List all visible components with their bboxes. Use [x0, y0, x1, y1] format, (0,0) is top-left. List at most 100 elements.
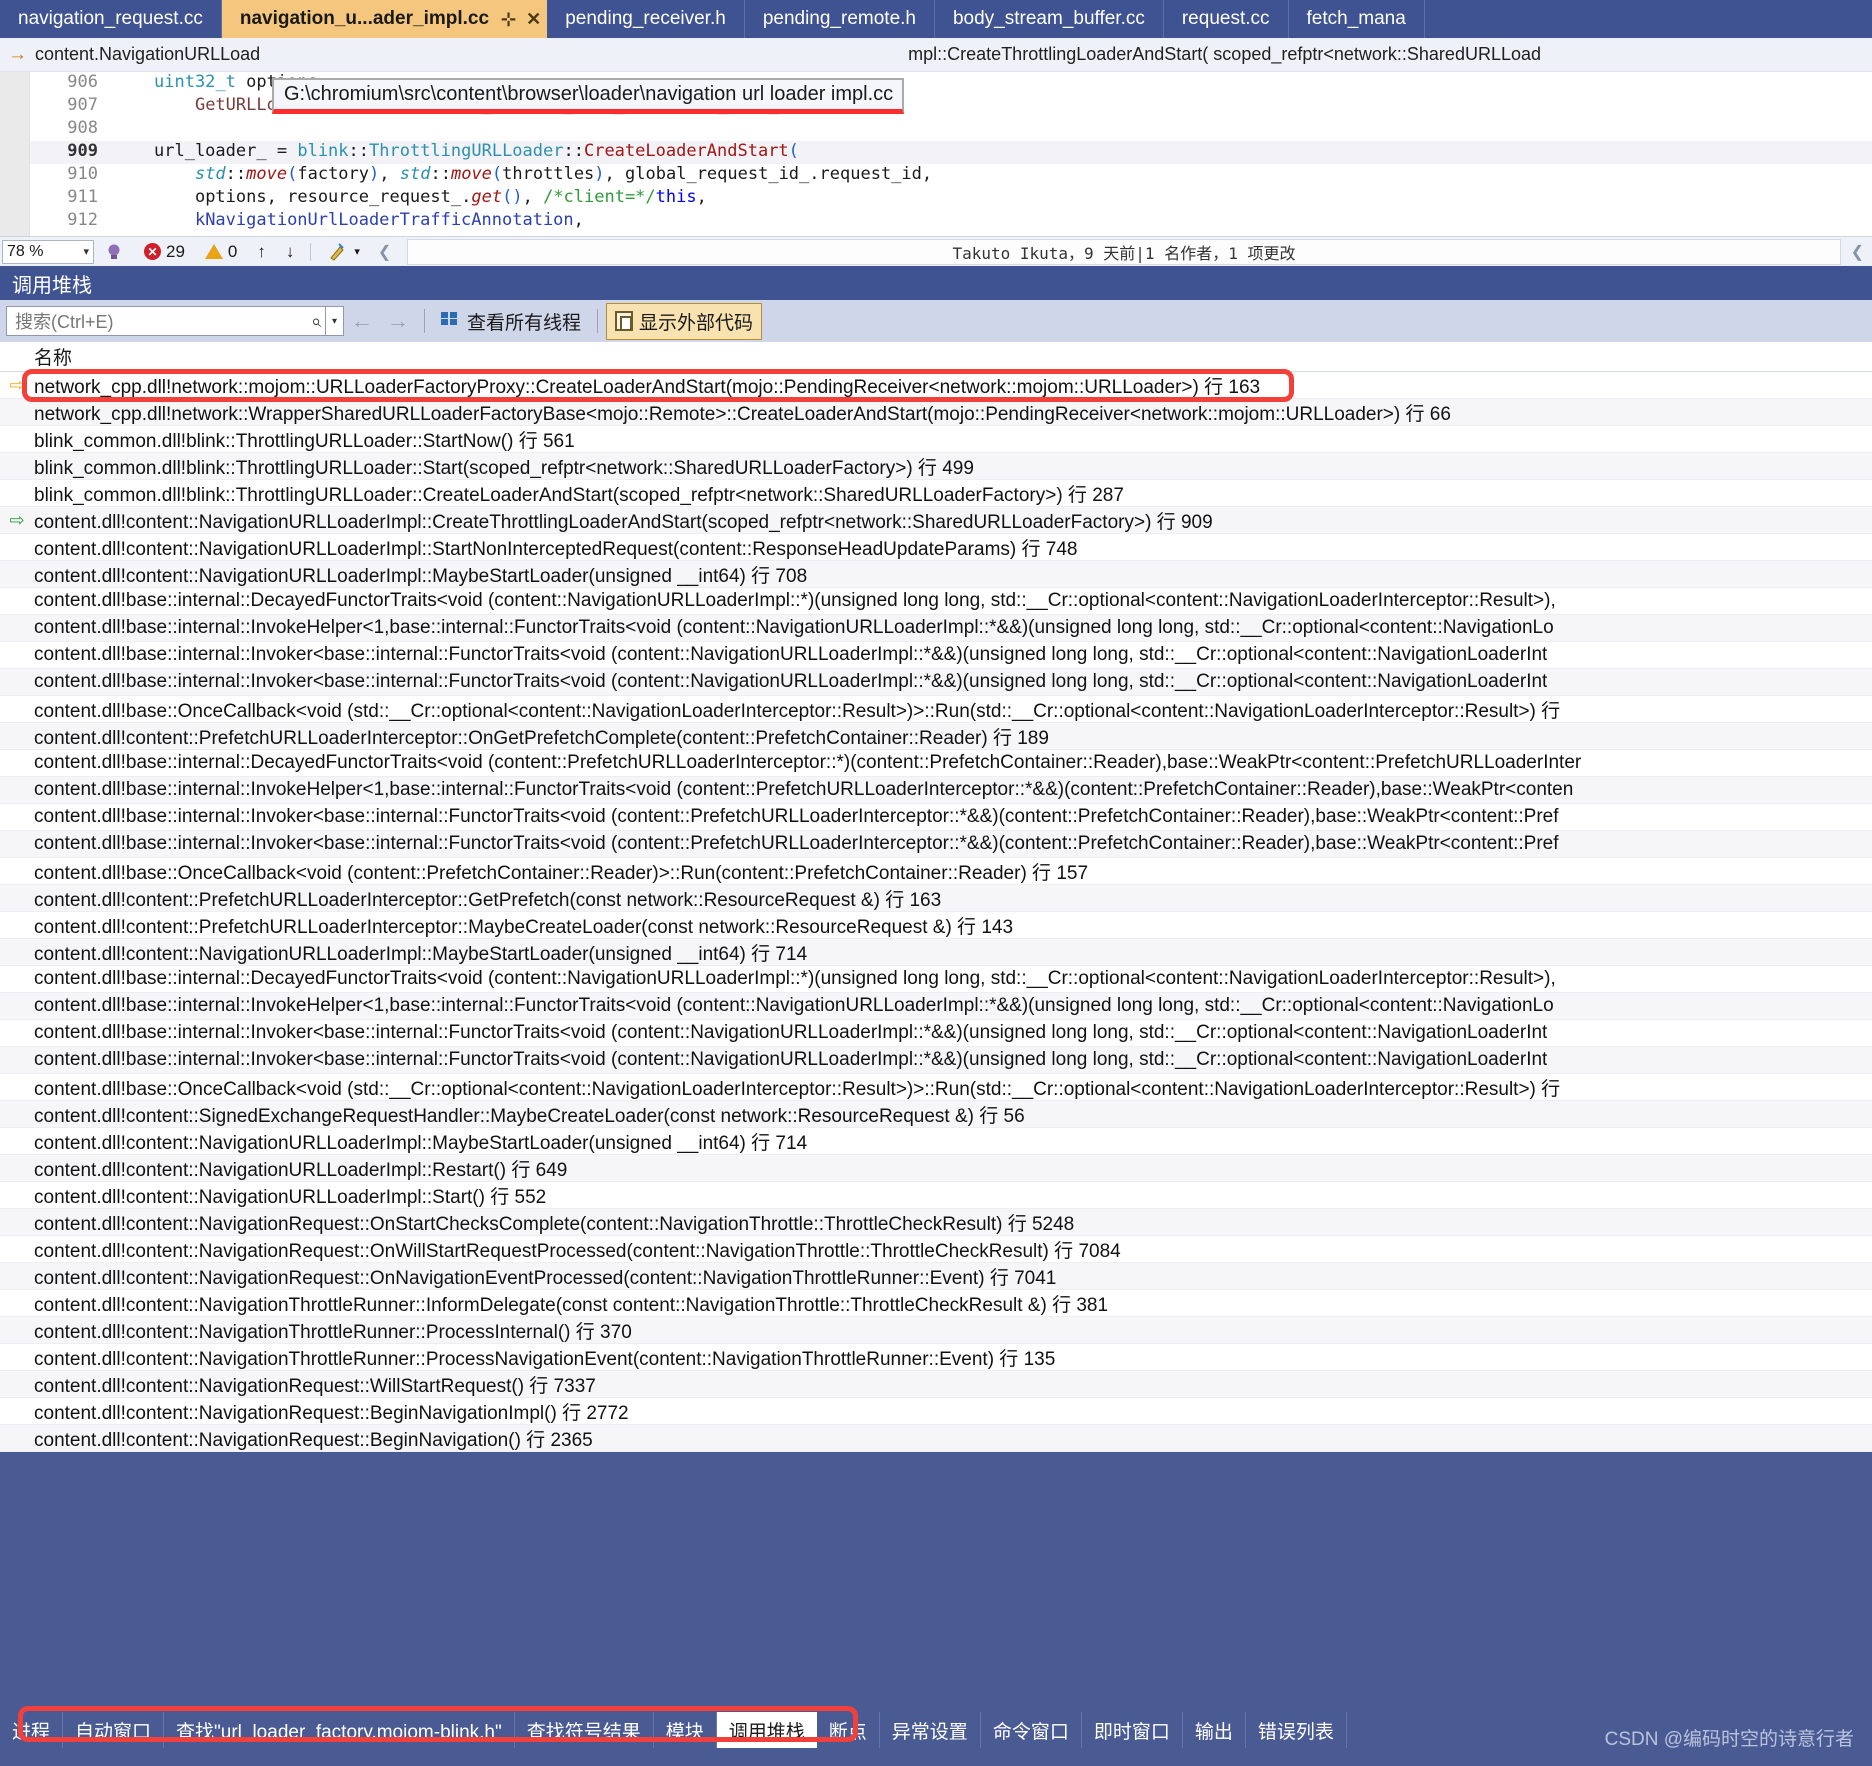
prev-issue-button[interactable]: ↑	[247, 242, 276, 262]
call-stack-row[interactable]: content.dll!content::NavigationRequest::…	[0, 1425, 1872, 1452]
bottom-tab-5[interactable]: 调用堆栈	[716, 1712, 817, 1748]
editor-status-bar[interactable]: 78 % ▾ ✕ 29 0 ↑ ↓ ▾ ❮ Takuto Ikuta，9 天前|…	[0, 236, 1872, 266]
call-stack-row[interactable]: content.dll!base::OnceCallback<void (con…	[0, 858, 1872, 885]
editor-navigation-bar[interactable]: → content.NavigationURLLoad mpl::CreateT…	[0, 38, 1872, 72]
call-stack-row[interactable]: content.dll!content::NavigationURLLoader…	[0, 939, 1872, 966]
call-stack-row[interactable]: content.dll!content::PrefetchURLLoaderIn…	[0, 723, 1872, 750]
codelens-author-info[interactable]: Takuto Ikuta，9 天前|1 名作者，1 项更改	[407, 238, 1841, 265]
zoom-level-combobox[interactable]: 78 % ▾	[2, 239, 94, 264]
error-count-indicator[interactable]: ✕ 29	[134, 242, 195, 262]
editor-tab-request[interactable]: request.cc	[1163, 0, 1289, 38]
call-stack-row[interactable]: content.dll!base::internal::InvokeHelper…	[0, 993, 1872, 1020]
pin-icon[interactable]: ⊹	[501, 10, 516, 28]
bottom-tab-11[interactable]: 错误列表	[1245, 1712, 1347, 1748]
call-stack-row[interactable]: blink_common.dll!blink::ThrottlingURLLoa…	[0, 426, 1872, 453]
code-text: options, resource_request_.get(), /*clie…	[194, 187, 707, 207]
call-stack-row[interactable]: content.dll!content::PrefetchURLLoaderIn…	[0, 912, 1872, 939]
editor-tab-navigation-request[interactable]: navigation_request.cc	[0, 0, 222, 38]
call-stack-frame-text: content.dll!base::internal::Invoker<base…	[34, 1049, 1548, 1070]
call-stack-row[interactable]: content.dll!content::NavigationRequest::…	[0, 1371, 1872, 1398]
editor-tab-pending-remote[interactable]: pending_remote.h	[744, 0, 935, 38]
show-external-code-button[interactable]: 显示外部代码	[606, 302, 763, 340]
call-stack-row[interactable]: content.dll!content::NavigationURLLoader…	[0, 1155, 1872, 1182]
bottom-tool-window-tabs[interactable]: 进程 自动窗口 查找"url_loader_factory.mojom-blink.…	[0, 1712, 1872, 1766]
editor-tab-fetch-manager[interactable]: fetch_mana	[1288, 0, 1425, 38]
bottom-tab-label: 进程	[12, 1721, 51, 1743]
search-input[interactable]: 搜索(Ctrl+E) ⌕	[6, 306, 326, 336]
call-stack-row[interactable]: content.dll!content::PrefetchURLLoaderIn…	[0, 885, 1872, 912]
call-stack-row[interactable]: content.dll!base::internal::Invoker<base…	[0, 804, 1872, 831]
call-stack-row[interactable]: content.dll!base::internal::Invoker<base…	[0, 642, 1872, 669]
editor-tab-label: body_stream_buffer.cc	[952, 8, 1145, 29]
bottom-tab-label: 即时窗口	[1093, 1721, 1170, 1743]
call-stack-row[interactable]: content.dll!content::NavigationURLLoader…	[0, 561, 1872, 588]
call-stack-row[interactable]: network_cpp.dll!network::WrapperSharedUR…	[0, 399, 1872, 426]
editor-tab-pending-receiver[interactable]: pending_receiver.h	[547, 0, 745, 38]
intellisense-icon[interactable]	[94, 242, 134, 262]
bottom-tab-label: 命令窗口	[992, 1721, 1069, 1743]
arrow-right-icon: →	[387, 308, 409, 333]
call-stack-row[interactable]: ⇨ network_cpp.dll!network::mojom::URLLoad…	[0, 372, 1872, 399]
call-stack-row[interactable]: ⇨ content.dll!content::NavigationURLLoade…	[0, 507, 1872, 534]
bottom-tab-0[interactable]: 进程	[0, 1712, 64, 1748]
bottom-tab-1[interactable]: 自动窗口	[63, 1712, 165, 1748]
editor-tab-navigation-url-loader-impl[interactable]: navigation_u...ader_impl.cc ⊹ ✕	[221, 0, 548, 38]
call-stack-row[interactable]: content.dll!base::internal::InvokeHelper…	[0, 777, 1872, 804]
bottom-tab-6[interactable]: 断点	[816, 1712, 880, 1748]
chevron-right-icon[interactable]: ❮	[1843, 242, 1872, 262]
bottom-tab-9[interactable]: 即时窗口	[1081, 1712, 1183, 1748]
call-stack-row[interactable]: content.dll!base::internal::Invoker<base…	[0, 831, 1872, 858]
navbar-right-text: mpl::CreateThrottlingLoaderAndStart( sco…	[908, 44, 1542, 64]
chevron-left-icon[interactable]: ❮	[370, 242, 399, 262]
call-stack-row[interactable]: content.dll!base::internal::Invoker<base…	[0, 1047, 1872, 1074]
bottom-tab-10[interactable]: 输出	[1182, 1712, 1246, 1748]
navigate-forward-button[interactable]: →	[380, 308, 416, 334]
call-stack-frame-text: content.dll!content::SignedExchangeReque…	[34, 1105, 1025, 1127]
next-issue-button[interactable]: ↓	[276, 242, 305, 262]
bottom-tab-3[interactable]: 查找符号结果	[514, 1712, 654, 1748]
editor-tab-label: navigation_u...ader_impl.cc	[239, 8, 490, 29]
view-all-threads-button[interactable]: 查看所有线程	[433, 304, 589, 339]
call-stack-row[interactable]: content.dll!content::NavigationRequest::…	[0, 1263, 1872, 1290]
call-stack-row[interactable]: content.dll!base::internal::DecayedFunct…	[0, 750, 1872, 777]
call-stack-row[interactable]: blink_common.dll!blink::ThrottlingURLLoa…	[0, 480, 1872, 507]
call-stack-row[interactable]: content.dll!base::internal::Invoker<base…	[0, 669, 1872, 696]
bottom-tab-4[interactable]: 模块	[653, 1712, 717, 1748]
error-count: 29	[166, 241, 185, 261]
code-editor[interactable]: → content.NavigationURLLoad mpl::CreateT…	[0, 38, 1872, 236]
call-stack-row[interactable]: content.dll!content::NavigationThrottleR…	[0, 1317, 1872, 1344]
call-stack-list[interactable]: ⇨ network_cpp.dll!network::mojom::URLLoad…	[0, 372, 1872, 1452]
call-stack-row[interactable]: content.dll!content::NavigationURLLoader…	[0, 1128, 1872, 1155]
call-stack-row[interactable]: content.dll!content::NavigationThrottleR…	[0, 1344, 1872, 1371]
call-stack-row[interactable]: content.dll!content::SignedExchangeReque…	[0, 1101, 1872, 1128]
bottom-tab-2[interactable]: 查找"url_loader_factory.mojom-blink.h"	[164, 1712, 515, 1748]
call-stack-row[interactable]: content.dll!content::NavigationRequest::…	[0, 1398, 1872, 1425]
call-stack-column-header[interactable]: 名称	[0, 342, 1872, 372]
chevron-down-icon: ▾	[354, 246, 360, 258]
search-icon: ⌕	[310, 310, 321, 331]
call-stack-row[interactable]: content.dll!base::internal::Invoker<base…	[0, 1020, 1872, 1047]
call-stack-row[interactable]: content.dll!content::NavigationRequest::…	[0, 1209, 1872, 1236]
bottom-tab-label: 调用堆栈	[728, 1721, 805, 1743]
call-stack-row[interactable]: content.dll!base::OnceCallback<void (std…	[0, 696, 1872, 723]
call-stack-row[interactable]: content.dll!content::NavigationURLLoader…	[0, 534, 1872, 561]
editor-tab-body-stream-buffer[interactable]: body_stream_buffer.cc	[934, 0, 1164, 38]
navigate-back-button[interactable]: ←	[344, 308, 380, 334]
call-stack-row[interactable]: content.dll!content::NavigationThrottleR…	[0, 1290, 1872, 1317]
call-stack-row[interactable]: content.dll!base::internal::DecayedFunct…	[0, 966, 1872, 993]
call-stack-row[interactable]: content.dll!content::NavigationURLLoader…	[0, 1182, 1872, 1209]
call-stack-row[interactable]: content.dll!base::internal::DecayedFunct…	[0, 588, 1872, 615]
call-stack-row[interactable]: content.dll!base::OnceCallback<void (std…	[0, 1074, 1872, 1101]
call-stack-toolbar[interactable]: 搜索(Ctrl+E) ⌕ ▾ ← → 查看所有线程 显示外部代码	[0, 300, 1872, 342]
call-stack-row[interactable]: content.dll!base::internal::InvokeHelper…	[0, 615, 1872, 642]
editor-gutter[interactable]	[0, 72, 30, 236]
warning-count-indicator[interactable]: 0	[195, 242, 247, 262]
close-icon[interactable]: ✕	[526, 10, 541, 28]
editor-tab-strip[interactable]: navigation_request.cc navigation_u...ade…	[0, 0, 1872, 38]
bottom-tab-7[interactable]: 异常设置	[879, 1712, 981, 1748]
bottom-tab-8[interactable]: 命令窗口	[980, 1712, 1082, 1748]
call-stack-row[interactable]: content.dll!content::NavigationRequest::…	[0, 1236, 1872, 1263]
call-stack-row[interactable]: blink_common.dll!blink::ThrottlingURLLoa…	[0, 453, 1872, 480]
search-options-dropdown[interactable]: ▾	[326, 306, 344, 336]
code-cleanup-button[interactable]: ▾	[317, 242, 370, 262]
